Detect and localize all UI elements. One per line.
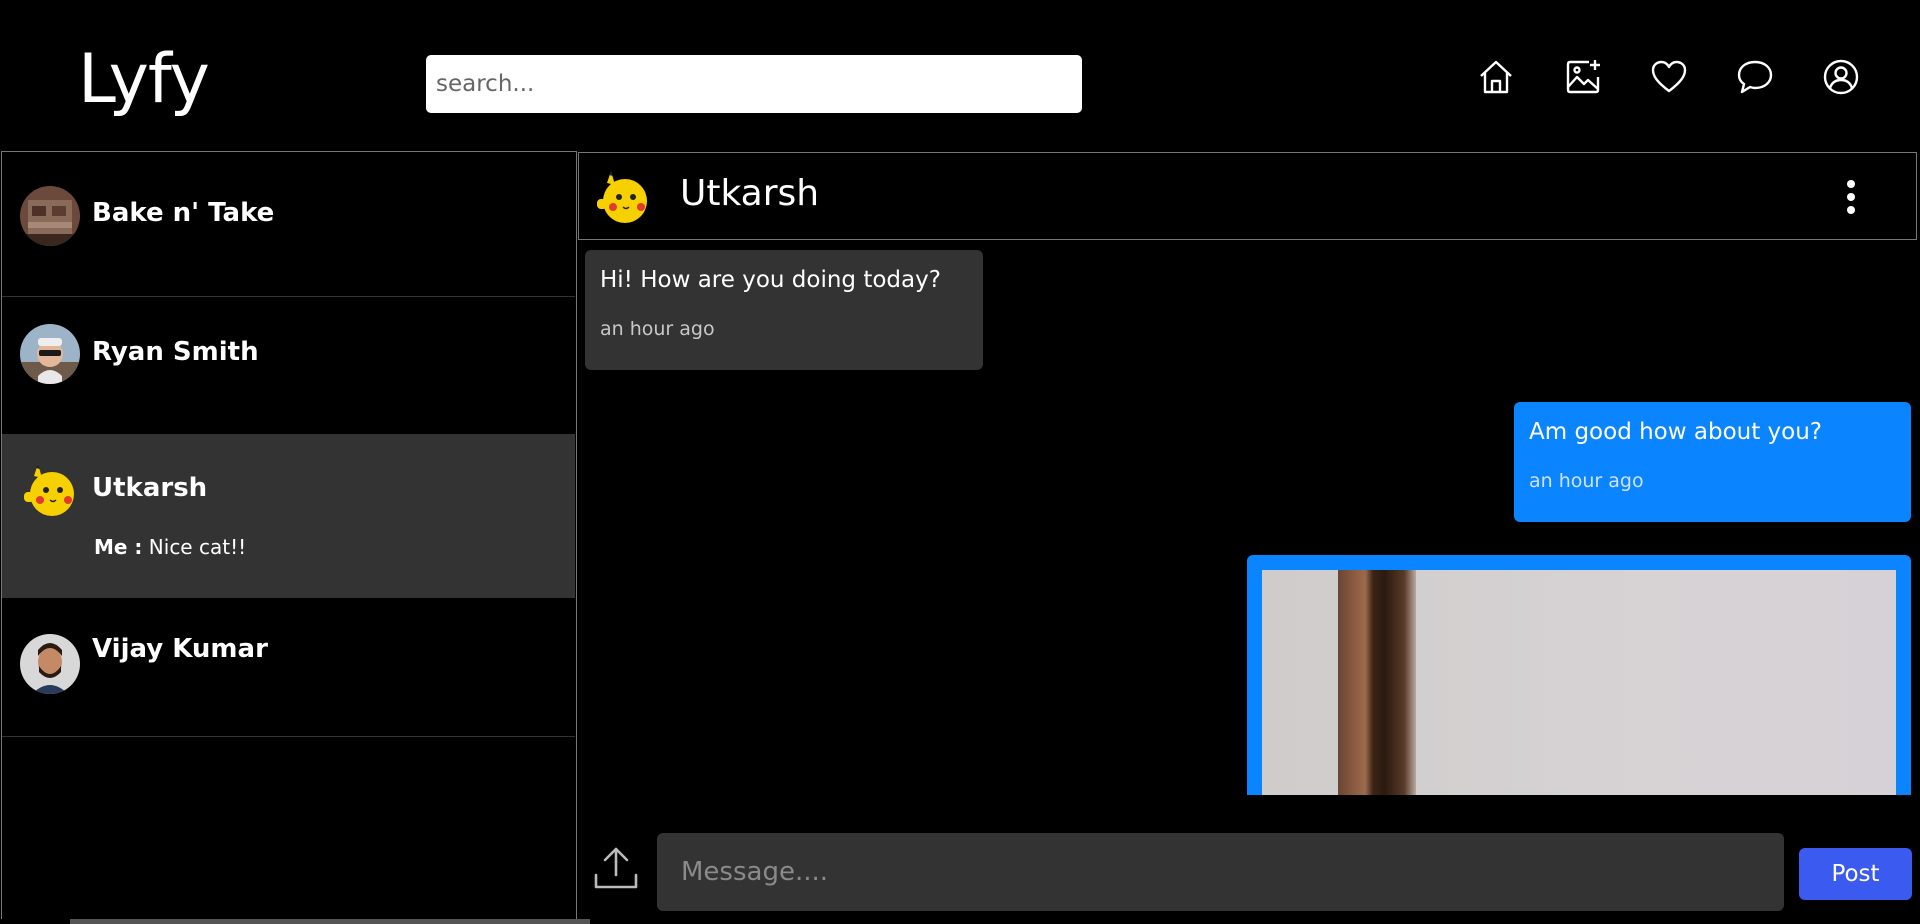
conversation-list: Bake n' Take Ryan Smith Utkarsh Me: Nic…: [1, 151, 576, 922]
message-composer: Post: [577, 823, 1920, 922]
last-message-preview: Me : Nice cat!!: [94, 535, 246, 559]
app-logo[interactable]: Lyfy: [78, 40, 210, 120]
conversation-item[interactable]: Vijay Kumar: [2, 598, 575, 737]
upload-icon[interactable]: [593, 845, 639, 891]
post-button[interactable]: Post: [1799, 848, 1912, 900]
profile-icon[interactable]: [1821, 57, 1861, 97]
heart-icon[interactable]: [1649, 57, 1689, 97]
preview-sender: Me :: [94, 535, 143, 559]
more-options-icon[interactable]: [1846, 179, 1856, 219]
outgoing-message: Am good how about you? an hour ago: [1514, 402, 1911, 522]
message-time: an hour ago: [1529, 470, 1644, 492]
chat-contact-name: Utkarsh: [680, 173, 820, 214]
conversation-item-active[interactable]: Utkarsh Me : Nice cat!!: [2, 435, 575, 598]
contact-avatar[interactable]: [593, 167, 653, 227]
scrollbar-thumb[interactable]: [70, 919, 590, 924]
avatar: [20, 324, 80, 384]
contact-name: Vijay Kumar: [92, 634, 268, 664]
message-time: an hour ago: [600, 318, 715, 340]
top-header: Lyfy: [0, 0, 1920, 150]
message-text: Am good how about you?: [1529, 419, 1823, 445]
outgoing-image-message[interactable]: [1247, 555, 1911, 795]
search-input[interactable]: [426, 55, 1082, 113]
add-photo-icon[interactable]: [1563, 57, 1603, 97]
chat-icon[interactable]: [1735, 57, 1775, 97]
shared-photo: [1262, 570, 1896, 795]
avatar: [20, 460, 80, 520]
preview-text: Nice cat!!: [148, 535, 247, 559]
conversation-item[interactable]: Bake n' Take: [2, 152, 575, 297]
incoming-message: Hi! How are you doing today? an hour ago: [585, 250, 983, 370]
home-icon[interactable]: [1476, 57, 1516, 97]
conversation-item[interactable]: Ryan Smith: [2, 297, 575, 435]
avatar: [20, 634, 80, 694]
chat-header: Utkarsh: [578, 152, 1917, 240]
chat-panel: Utkarsh Hi! How are you doing today? an …: [576, 151, 1919, 922]
message-text: Hi! How are you doing today?: [600, 267, 941, 293]
contact-name: Bake n' Take: [92, 198, 275, 228]
message-input[interactable]: [657, 833, 1784, 911]
avatar: [20, 186, 80, 246]
contact-name: Utkarsh: [92, 473, 208, 503]
contact-name: Ryan Smith: [92, 337, 259, 367]
